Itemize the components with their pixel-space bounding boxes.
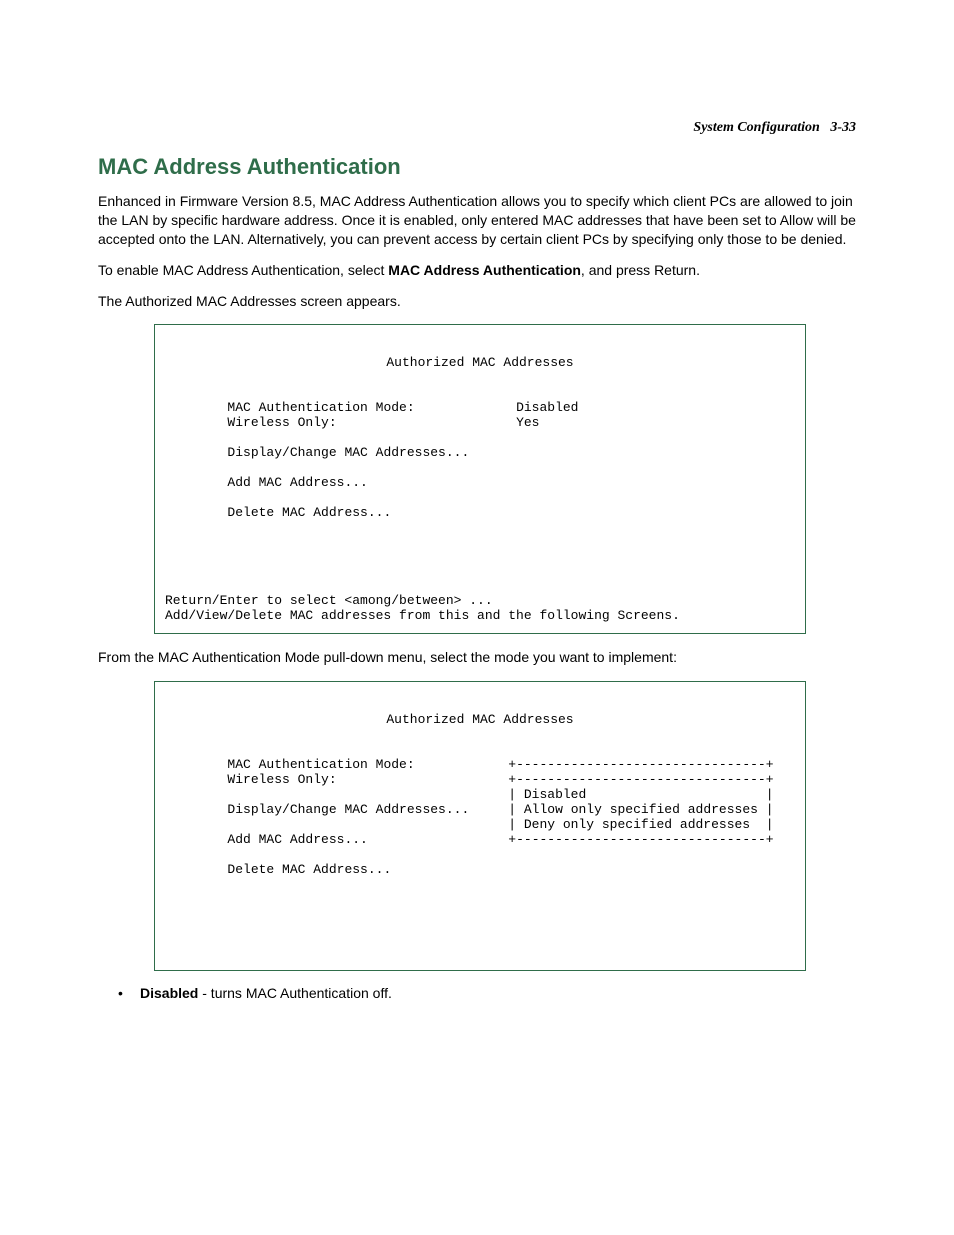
appears-paragraph: The Authorized MAC Addresses screen appe…	[98, 292, 856, 311]
mode-value: Disabled	[516, 400, 578, 415]
wireless-value: Yes	[516, 415, 539, 430]
page-number: 3-33	[830, 120, 856, 135]
menu-border-mid: +--------------------------------+	[508, 772, 773, 787]
wireless-label: Wireless Only:	[227, 772, 336, 787]
terminal-title: Authorized MAC Addresses	[165, 713, 795, 728]
enable-bold: MAC Address Authentication	[388, 262, 581, 278]
delete-mac-item: Delete MAC Address...	[227, 862, 391, 877]
enable-pre: To enable MAC Address Authentication, se…	[98, 262, 388, 278]
section-name: System Configuration	[693, 120, 819, 135]
mode-label: MAC Authentication Mode:	[227, 400, 414, 415]
menu-border-top: +--------------------------------+	[508, 757, 773, 772]
bullet-text: - turns MAC Authentication off.	[198, 985, 392, 1001]
display-change-item: Display/Change MAC Addresses...	[227, 802, 469, 817]
bullet-disabled: Disabled - turns MAC Authentication off.	[118, 985, 856, 1001]
display-change-item: Display/Change MAC Addresses...	[227, 445, 469, 460]
add-mac-item: Add MAC Address...	[227, 832, 367, 847]
menu-border-bot: +--------------------------------+	[508, 832, 773, 847]
page-container: System Configuration 3-33 MAC Address Au…	[0, 0, 954, 1061]
footer-line-1: Return/Enter to select <among/between> .…	[165, 593, 493, 608]
running-header: System Configuration 3-33	[98, 120, 856, 136]
bullet-term: Disabled	[140, 985, 198, 1001]
terminal-title: Authorized MAC Addresses	[165, 356, 795, 371]
menu-option-allow: | Allow only specified addresses |	[508, 802, 773, 817]
intro-paragraph: Enhanced in Firmware Version 8.5, MAC Ad…	[98, 192, 856, 249]
add-mac-item: Add MAC Address...	[227, 475, 367, 490]
menu-option-disabled: | Disabled |	[508, 787, 773, 802]
delete-mac-item: Delete MAC Address...	[227, 505, 391, 520]
menu-option-deny: | Deny only specified addresses |	[508, 817, 773, 832]
terminal-footer: Return/Enter to select <among/between> .…	[165, 594, 795, 624]
mode-label: MAC Authentication Mode:	[227, 757, 414, 772]
enable-post: , and press Return.	[581, 262, 700, 278]
footer-line-2: Add/View/Delete MAC addresses from this …	[165, 608, 680, 623]
page-title: MAC Address Authentication	[98, 154, 856, 180]
terminal-screen-2: Authorized MAC Addresses MAC Authenticat…	[154, 681, 806, 971]
enable-paragraph: To enable MAC Address Authentication, se…	[98, 261, 856, 280]
terminal-screen-1: Authorized MAC Addresses MAC Authenticat…	[154, 324, 806, 634]
bullet-list: Disabled - turns MAC Authentication off.	[118, 985, 856, 1001]
pulldown-paragraph: From the MAC Authentication Mode pull-do…	[98, 648, 856, 667]
wireless-label: Wireless Only:	[227, 415, 336, 430]
